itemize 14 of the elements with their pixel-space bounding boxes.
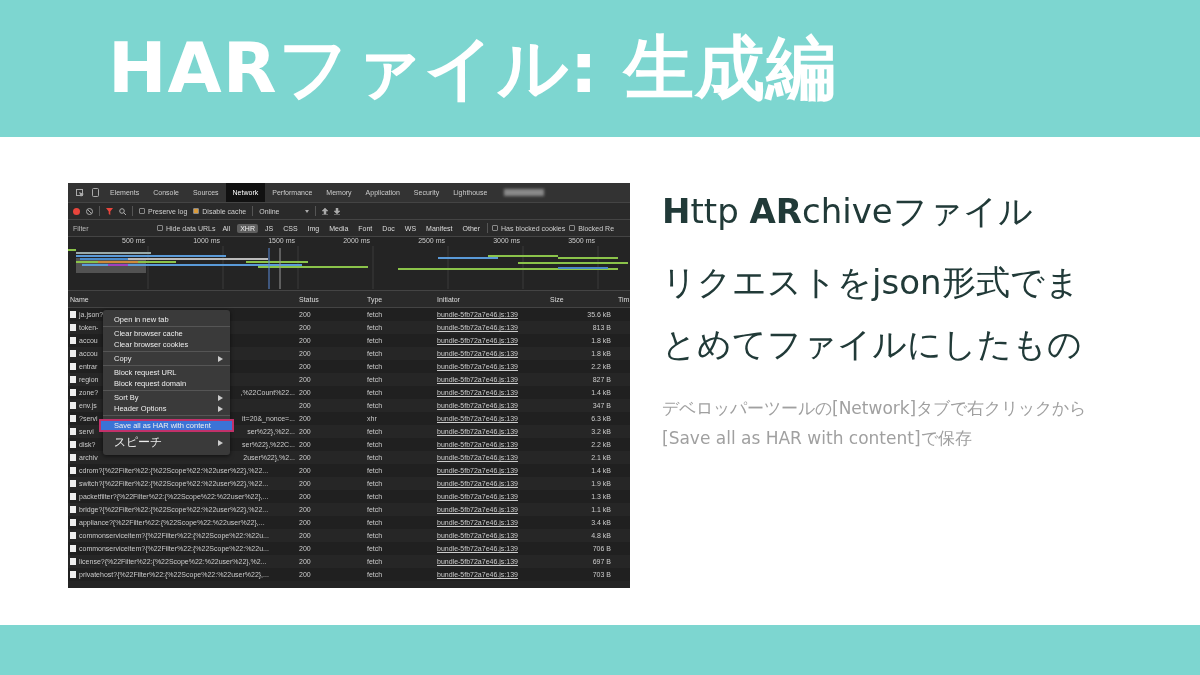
search-icon[interactable] [119,207,126,215]
record-icon[interactable] [73,207,80,215]
slide-title: HARファイル: 生成編 [108,25,838,111]
download-icon[interactable] [334,207,341,215]
menu-item[interactable]: スピーチ [103,434,230,451]
filter-icon[interactable] [106,207,113,215]
clear-icon[interactable] [86,207,93,215]
heading: Http ARchiveファイル [662,190,1034,233]
caret-icon [305,209,310,213]
description: リクエストをjson形式でまとめてファイルにしたもの [662,261,1083,366]
note: デベロッパーツールの[Network]タブで右クリックから[Save all as HAR with content]で保存 [662,397,1088,450]
inspect-icon[interactable] [76,188,84,197]
upload-icon[interactable] [322,207,329,215]
device-icon[interactable] [92,188,99,197]
